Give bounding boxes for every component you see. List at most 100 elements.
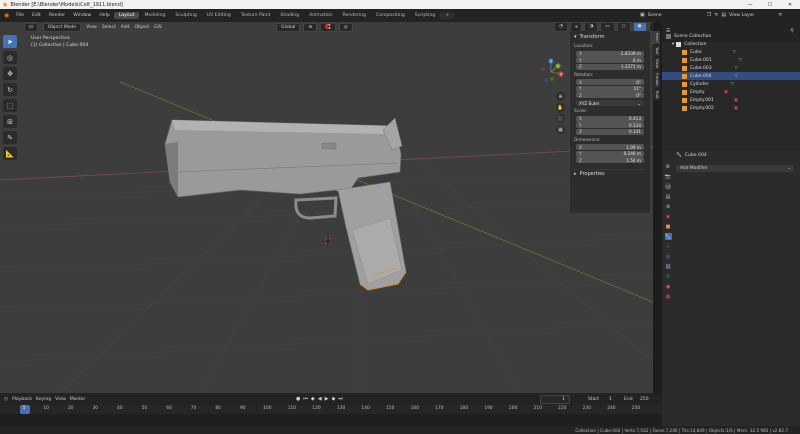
current-frame-field[interactable]: 1 (540, 394, 570, 404)
constraint-props-icon[interactable]: ⛓ (665, 263, 672, 270)
viewport-menu-view[interactable]: View (86, 25, 97, 30)
tab-animation[interactable]: Animation (304, 12, 337, 19)
menu-edit[interactable]: Edit (28, 13, 45, 18)
play-icon[interactable]: ▶ (325, 396, 329, 402)
tool-props-icon[interactable]: ⚙ (665, 163, 672, 170)
tab-tool[interactable]: Tool (652, 44, 660, 57)
output-props-icon[interactable]: 🖨 (665, 183, 672, 190)
outliner-row-cube-003[interactable]: Cube.003 ▽ (662, 64, 800, 72)
data-props-icon[interactable]: ▽ (665, 273, 672, 280)
tab-layout[interactable]: Layout (113, 12, 140, 19)
end-frame-field[interactable]: 250 (640, 397, 649, 402)
jump-end-icon[interactable]: ⏭ (338, 396, 343, 402)
scale-y-field[interactable]: Y 0.134 (576, 122, 644, 128)
transform-tool-icon[interactable]: ⊞ (3, 115, 17, 128)
move-tool-icon[interactable]: ✥ (3, 67, 17, 80)
world-props-icon[interactable]: ◉ (665, 213, 672, 220)
expand-arrow-icon[interactable]: ▾ (672, 42, 674, 47)
object-props-icon[interactable]: ■ (665, 223, 672, 230)
timeline-menu-view[interactable]: View (55, 397, 66, 402)
close-button[interactable]: ✕ (780, 2, 800, 8)
measure-tool-icon[interactable]: 📐 (3, 147, 17, 160)
viewport-menu-add[interactable]: Add (121, 25, 130, 30)
prev-keyframe-icon[interactable]: ◆ (311, 396, 315, 402)
tab-sculpting[interactable]: Sculpting (170, 12, 201, 19)
dimensions-x-field[interactable]: X 1.09 m (576, 144, 644, 150)
tab-rendering[interactable]: Rendering (338, 12, 371, 19)
visibility-icon[interactable]: ◔ (554, 22, 568, 32)
location-z-field[interactable]: Z 1.3271 m (576, 63, 644, 70)
add-modifier-dropdown[interactable]: Add Modifier ⌄ (676, 165, 794, 172)
outliner-row-empty[interactable]: Empty ▣ (662, 88, 800, 96)
outliner-row-empty-001[interactable]: Empty.001 ▣ (662, 96, 800, 104)
blender-logo-icon[interactable]: ◉ (4, 12, 9, 19)
outliner-row-scene-collection[interactable]: Scene Collection (662, 32, 800, 40)
annotate-tool-icon[interactable]: ✎ (3, 131, 17, 144)
rotate-tool-icon[interactable]: ↻ (3, 83, 17, 96)
object-mode-dropdown[interactable]: Object Mode (42, 22, 82, 32)
tab-view[interactable]: View (652, 57, 660, 71)
rotation-x-field[interactable]: X 0° (576, 79, 644, 85)
outliner-row-collection[interactable]: ▾ Collection (662, 40, 800, 48)
snap-icon[interactable]: 🧲 (320, 22, 336, 32)
timeline-menu-keying[interactable]: Keying (36, 397, 51, 402)
scale-tool-icon[interactable]: ⬚ (3, 99, 17, 112)
dimensions-y-field[interactable]: Y 0.246 m (576, 150, 644, 157)
pistol-model[interactable] (164, 117, 407, 291)
tab-texture-paint[interactable]: Texture Paint (236, 12, 276, 19)
rotation-z-field[interactable]: Z 0° (576, 92, 644, 98)
start-frame-field[interactable]: 1 (609, 397, 612, 402)
transform-orientation-dropdown[interactable]: Global (276, 22, 301, 32)
timeline-track-area[interactable] (0, 414, 662, 426)
tab-compositing[interactable]: Compositing (371, 12, 410, 19)
scene-selector[interactable]: Scene (648, 13, 704, 18)
jump-start-icon[interactable]: ⏮ (303, 396, 308, 402)
view-layer-selector[interactable]: View Layer (729, 13, 775, 18)
texture-props-icon[interactable]: ▩ (665, 293, 672, 300)
viewport-menu-object[interactable]: Object (134, 25, 149, 30)
timeline-ruler[interactable]: 1 10 20 30 40 50 60 70 80 90 100 110 120 130 140 150 160… (0, 405, 662, 414)
scene-props-icon[interactable]: ⊛ (665, 203, 672, 210)
navigation-gizmo[interactable]: Z X Y (537, 58, 565, 86)
location-x-field[interactable]: X -1.8339 m (576, 50, 644, 57)
record-icon[interactable]: ● (296, 396, 300, 402)
viewport-menu-gis[interactable]: GIS (154, 25, 162, 30)
pivot-point-icon[interactable]: ⊕ (303, 22, 318, 32)
camera-view-icon[interactable]: 🎥 (556, 114, 565, 123)
scale-z-field[interactable]: Z 0.141 (576, 128, 644, 135)
outliner-row-cube-004[interactable]: Cube.004 ▽ (662, 72, 800, 80)
editor-type-icon[interactable]: ⊡ (24, 22, 38, 32)
pan-hand-icon[interactable]: ✋ (556, 103, 565, 112)
outliner-row-empty-002[interactable]: Empty.002 ▣ (662, 104, 800, 112)
location-y-field[interactable]: Y0 m (576, 57, 644, 63)
outliner-row-cube[interactable]: Cube ▽ (662, 48, 800, 56)
menu-render[interactable]: Render (45, 13, 69, 18)
select-box-tool-icon[interactable]: ➤ (3, 35, 17, 48)
next-keyframe-icon[interactable]: ◆ (331, 396, 335, 402)
viewport-menu-select[interactable]: Select (102, 25, 116, 30)
3d-viewport[interactable]: ⊡ Object Mode View Select Add Object GIS… (0, 22, 653, 393)
tab-scripting[interactable]: Scripting (410, 12, 440, 19)
menu-window[interactable]: Window (69, 13, 95, 18)
maximize-button[interactable]: ☐ (760, 2, 780, 8)
menu-file[interactable]: File (12, 13, 28, 18)
tab-create[interactable]: Create (652, 71, 660, 88)
tab-modeling[interactable]: Modeling (139, 12, 170, 19)
view-layer-close-icon[interactable]: ✕ (778, 12, 782, 18)
rotation-mode-dropdown[interactable]: XYZ Euler ⌄ (576, 100, 644, 106)
particles-props-icon[interactable]: ⁘ (665, 243, 672, 250)
ortho-grid-icon[interactable]: ▦ (556, 125, 565, 134)
play-reverse-icon[interactable]: ◀ (318, 396, 322, 402)
transform-panel-header[interactable]: ▾ Transform (574, 33, 646, 41)
render-props-icon[interactable]: 📷 (665, 173, 672, 180)
tab-uv-editing[interactable]: UV Editing (202, 12, 236, 19)
proportional-edit-icon[interactable]: ◎ (338, 22, 353, 32)
material-props-icon[interactable]: ● (665, 283, 672, 290)
tab-shading[interactable]: Shading (275, 12, 304, 19)
menu-help[interactable]: Help (95, 13, 113, 18)
properties-panel-header[interactable]: ▸ Properties (574, 169, 646, 177)
timeline-editor-icon[interactable]: ◷ (4, 397, 8, 402)
outliner-row-cube-001[interactable]: Cube.001 ▽ (662, 56, 800, 64)
zoom-icon[interactable]: ⊕ (556, 92, 565, 101)
modifier-props-icon[interactable]: 🔧 (664, 233, 672, 240)
